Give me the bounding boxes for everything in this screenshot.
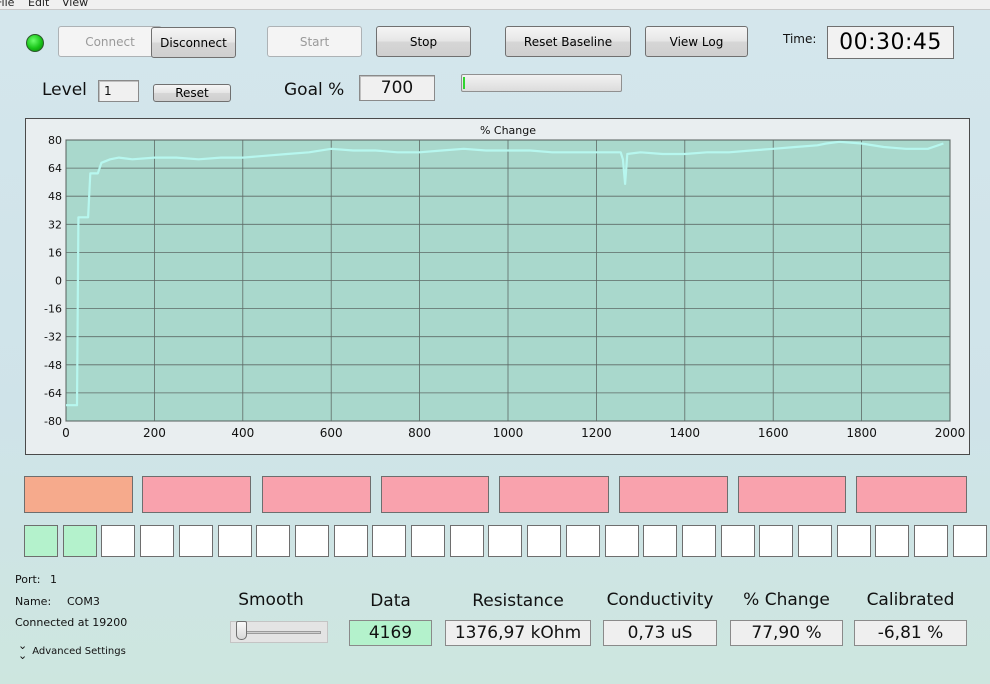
goal-label: Goal % (284, 80, 345, 100)
level-cell (604, 525, 639, 557)
level-cell (62, 525, 97, 557)
connection-status-led (26, 34, 44, 52)
level-block (24, 476, 133, 513)
calibrated-label: Calibrated (866, 590, 955, 610)
x-tick-label: 200 (143, 426, 166, 440)
level-cell (836, 525, 871, 557)
resistance-label: Resistance (472, 591, 564, 611)
menu-bar: File Edit View (0, 0, 990, 10)
data-label: Data (370, 591, 411, 611)
start-button[interactable]: Start (267, 26, 362, 57)
y-tick-label: 80 (48, 134, 62, 147)
y-tick-label: 32 (48, 218, 62, 231)
stop-button[interactable]: Stop (376, 26, 471, 57)
x-tick-label: 1600 (758, 426, 789, 440)
level-cell (527, 525, 562, 557)
level-cell (565, 525, 600, 557)
x-tick-label: 0 (62, 426, 70, 440)
x-tick-label: 1000 (493, 426, 524, 440)
level-cell (411, 525, 445, 557)
connect-button[interactable]: Connect (58, 26, 162, 57)
y-tick-label: -48 (44, 359, 62, 372)
level-cell (488, 525, 523, 557)
x-tick-label: 400 (231, 426, 254, 440)
y-tick-label: -16 (44, 303, 62, 316)
connection-status-text: Connected at 19200 (15, 616, 128, 629)
level-reset-button[interactable]: Reset (153, 84, 231, 102)
goal-progress-fill (463, 77, 465, 89)
level-block (262, 476, 371, 513)
level-cell (372, 525, 407, 557)
x-tick-label: 1800 (846, 426, 877, 440)
level-cell (24, 525, 58, 557)
level-block (142, 476, 251, 513)
x-tick-label: 2000 (935, 426, 966, 440)
name-value: COM3 (67, 595, 100, 608)
menu-file[interactable]: File (0, 0, 14, 9)
level-cell (798, 525, 832, 557)
y-tick-label: 64 (48, 162, 62, 175)
smooth-label: Smooth (238, 590, 304, 610)
x-tick-label: 1400 (670, 426, 701, 440)
level-cell (643, 525, 678, 557)
level-cell (759, 525, 794, 557)
y-tick-label: -64 (44, 387, 62, 400)
level-cell (256, 525, 291, 557)
level-cell (178, 525, 213, 557)
x-tick-label: 600 (320, 426, 343, 440)
level-label: Level (42, 80, 87, 100)
level-cell (217, 525, 252, 557)
smooth-slider-groove (237, 631, 321, 634)
percent-change-label: % Change (743, 590, 830, 610)
level-cell (720, 525, 755, 557)
y-tick-label: 48 (48, 190, 62, 203)
double-chevron-down-icon: ⌄ ⌄ (18, 639, 28, 662)
x-tick-label: 800 (408, 426, 431, 440)
level-block (619, 476, 728, 513)
port-value: 1 (50, 573, 57, 586)
name-label: Name: (15, 595, 52, 608)
level-cell (875, 525, 910, 557)
view-log-button[interactable]: View Log (645, 26, 748, 57)
level-input[interactable]: 1 (98, 80, 139, 102)
port-label: Port: (15, 573, 41, 586)
chart-title: % Change (480, 124, 536, 137)
y-tick-label: -80 (44, 415, 62, 428)
level-block (856, 476, 967, 513)
level-cell (681, 525, 716, 557)
reset-baseline-button[interactable]: Reset Baseline (505, 26, 631, 57)
goal-progress-bar (461, 74, 622, 92)
calibrated-value: -6,81 % (854, 620, 967, 646)
level-cell (140, 525, 175, 557)
level-block (499, 476, 609, 513)
level-cell (952, 525, 987, 557)
y-tick-label: -32 (44, 331, 62, 344)
resistance-value: 1376,97 kOhm (445, 620, 591, 646)
y-tick-label: 0 (55, 275, 62, 288)
disconnect-button[interactable]: Disconnect (151, 27, 236, 58)
level-cell (449, 525, 484, 557)
level-cell (101, 525, 136, 557)
level-block (381, 476, 489, 513)
conductivity-value: 0,73 uS (603, 620, 717, 646)
time-display: 00:30:45 (827, 26, 954, 59)
percent-change-value: 77,90 % (730, 620, 843, 646)
level-cell (294, 525, 329, 557)
conductivity-label: Conductivity (606, 590, 714, 610)
level-cell (333, 525, 368, 557)
chart-svg: % Change80644832160-16-32-48-64-800 200 40… (44, 124, 966, 440)
level-block (738, 476, 846, 513)
data-value: 4169 (349, 620, 432, 646)
smooth-slider-thumb[interactable] (236, 621, 247, 640)
menu-edit[interactable]: Edit (28, 0, 49, 9)
advanced-settings-label: Advanced Settings (32, 645, 126, 657)
y-tick-label: 16 (48, 246, 62, 259)
level-cell (914, 525, 949, 557)
goal-input[interactable]: 700 (359, 75, 435, 101)
advanced-settings-toggle[interactable]: ⌄ ⌄ Advanced Settings (18, 639, 126, 662)
percent-change-chart: % Change 80 64 48 32 16 0 -16 -32 -48 -64 -80 0 200 40… (25, 118, 970, 455)
x-tick-label: 1200 (581, 426, 612, 440)
time-label: Time: (783, 32, 817, 46)
menu-view[interactable]: View (62, 0, 88, 9)
